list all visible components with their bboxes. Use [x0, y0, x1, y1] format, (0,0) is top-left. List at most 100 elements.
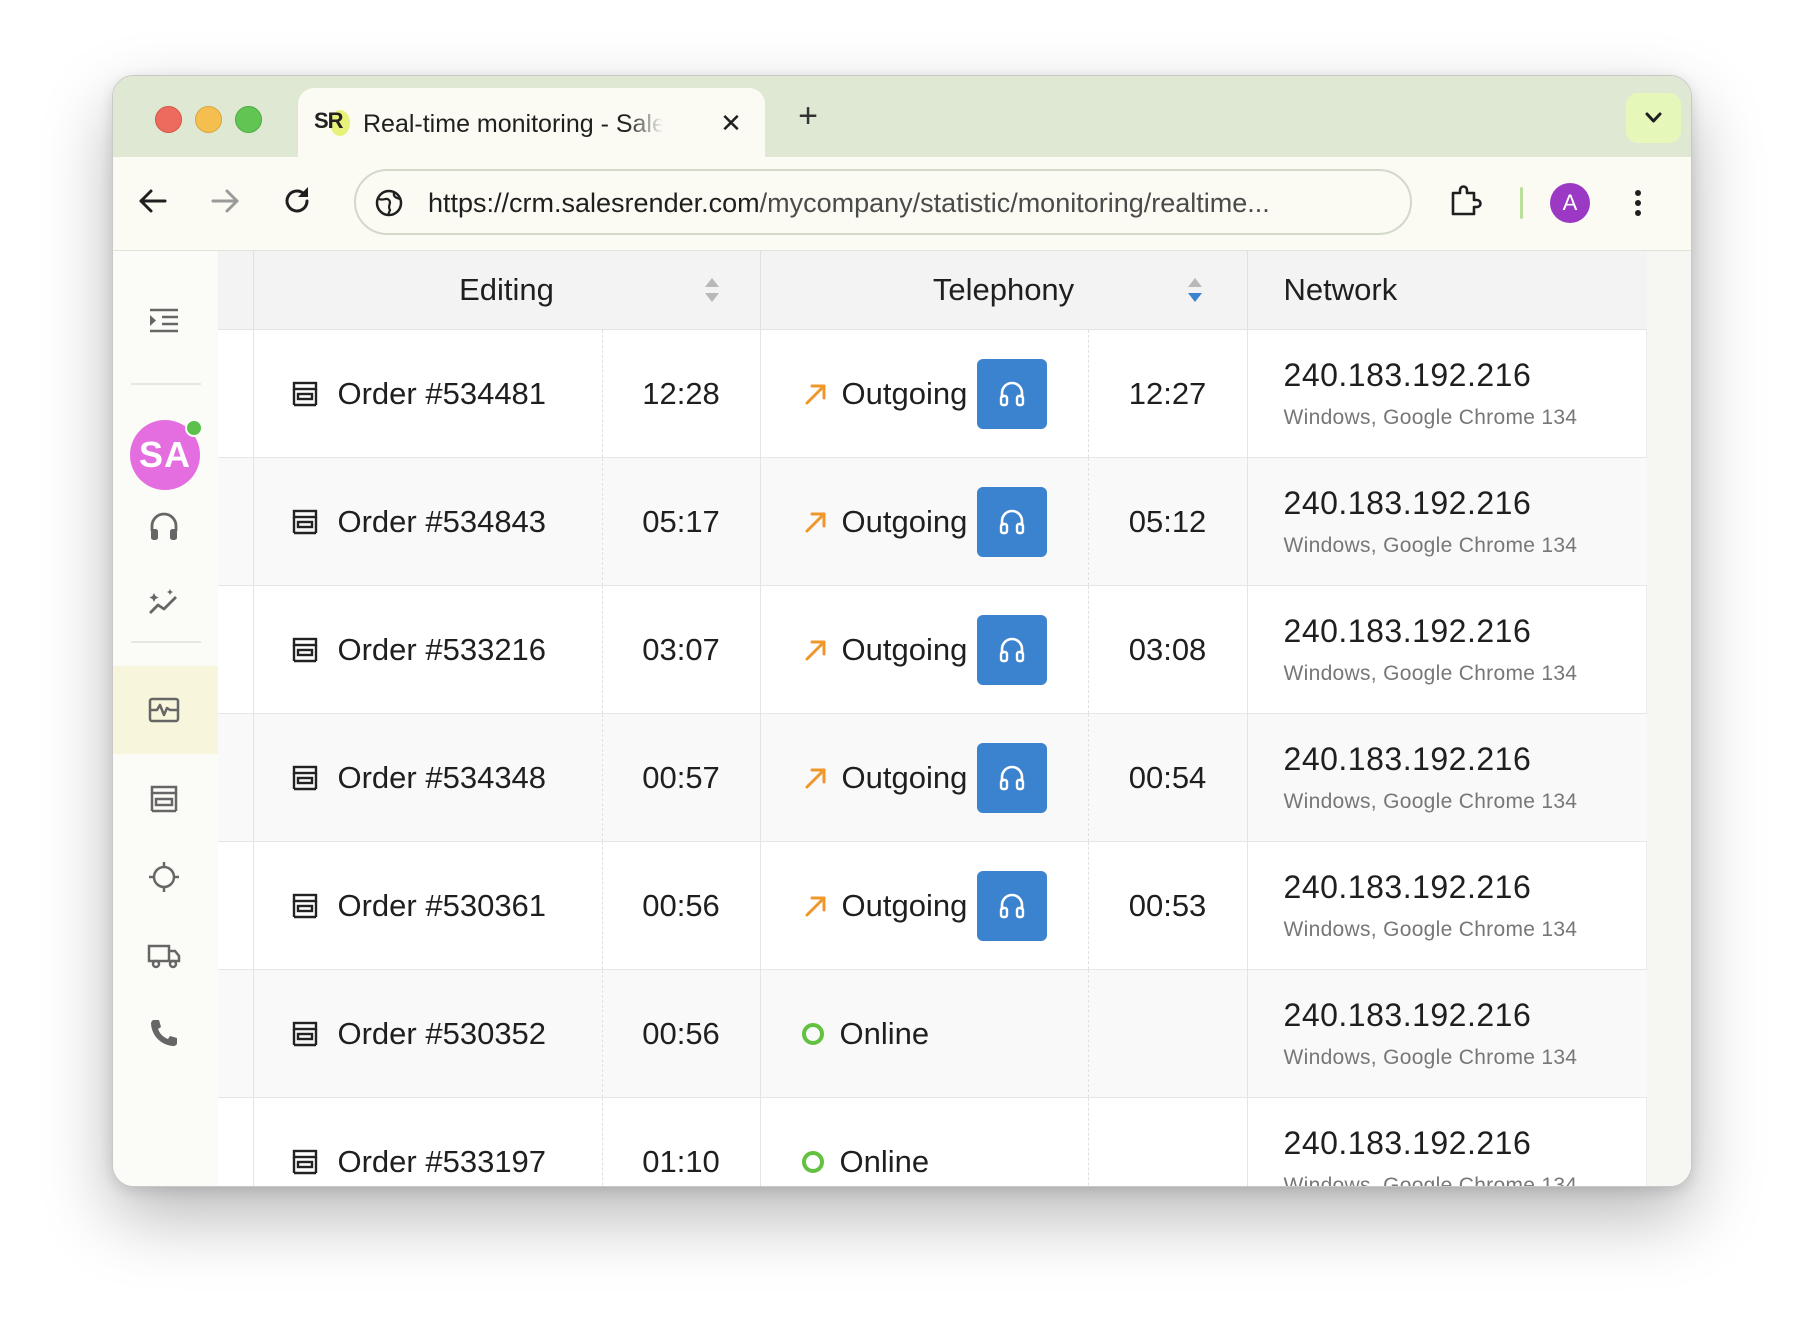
telephony-status-cell: Online — [759, 969, 1089, 1098]
outgoing-arrow-icon — [805, 384, 826, 404]
sidebar-item-calls[interactable] — [113, 993, 218, 1073]
network-cell: 240.183.192.216 Windows, Google Chrome 1… — [1246, 713, 1648, 842]
edit-time-cell: 01:10 — [601, 1097, 761, 1186]
profile-avatar[interactable]: A — [1550, 183, 1590, 223]
favicon-icon: SR — [314, 108, 350, 138]
forward-button[interactable] — [203, 179, 247, 223]
table-row: Order #533216 03:07 Outgoing 03:08 240.1… — [218, 585, 1648, 714]
edit-time: 03:07 — [642, 631, 720, 667]
telephony-status-cell: Outgoing — [759, 713, 1089, 842]
edit-time: 05:17 — [642, 503, 720, 539]
network-cell: 240.183.192.216 Windows, Google Chrome 1… — [1246, 841, 1648, 970]
call-time-cell: 00:54 — [1087, 713, 1248, 842]
store-icon — [292, 1149, 317, 1174]
arrow-right-icon — [211, 189, 239, 213]
back-button[interactable] — [131, 179, 175, 223]
table-row: Order #530352 00:56 Online 240.183.192.2… — [218, 969, 1648, 1098]
order-link[interactable]: Order #534843 — [338, 504, 547, 540]
call-time-cell: 00:53 — [1087, 841, 1248, 970]
monitoring-table-container[interactable]: Editing Telephony Network Order #534481 … — [218, 251, 1691, 1186]
sidebar-toggle[interactable] — [113, 281, 218, 361]
sort-desc-icon[interactable] — [1185, 275, 1205, 305]
order-link[interactable]: Order #530361 — [338, 888, 547, 924]
headset-icon — [150, 512, 178, 540]
sidebar: SA — [113, 251, 218, 1186]
new-tab-button[interactable]: + — [788, 96, 828, 136]
row-spacer — [218, 329, 253, 458]
order-link[interactable]: Order #534348 — [338, 760, 547, 796]
call-time: 00:54 — [1128, 759, 1207, 795]
tab-close-icon[interactable]: ✕ — [716, 108, 746, 138]
order-cell: Order #533216 — [252, 585, 602, 714]
extensions-button[interactable] — [1443, 179, 1487, 223]
order-link[interactable]: Order #534481 — [338, 376, 547, 412]
online-status-icon — [801, 1022, 824, 1045]
store-icon — [292, 1021, 317, 1046]
row-spacer — [218, 841, 253, 970]
tab-strip: SR Real-time monitoring - SalesRender ✕ … — [113, 76, 1691, 157]
browser-window: SR Real-time monitoring - SalesRender ✕ … — [112, 75, 1692, 1187]
toolbar-divider — [1520, 187, 1523, 219]
row-spacer — [218, 1097, 253, 1186]
row-spacer — [218, 713, 253, 842]
minimize-window-button[interactable] — [195, 106, 222, 133]
table-row: Order #530361 00:56 Outgoing 00:53 240.1… — [218, 841, 1648, 970]
sidebar-item-telephony[interactable] — [113, 487, 218, 567]
browser-toolbar: https://crm.salesrender.com/mycompany/st… — [113, 157, 1691, 251]
header-telephony-label: Telephony — [932, 272, 1075, 307]
browser-menu-button[interactable] — [1618, 181, 1658, 225]
listen-call-button[interactable] — [977, 358, 1048, 429]
browser-tab[interactable]: SR Real-time monitoring - SalesRender ✕ — [298, 88, 765, 157]
phone-icon — [151, 1020, 177, 1046]
telephony-status-cell: Outgoing — [759, 841, 1089, 970]
listen-call-button[interactable] — [977, 870, 1048, 941]
outgoing-arrow-icon — [805, 640, 826, 660]
sidebar-divider — [131, 641, 201, 643]
listen-call-button[interactable] — [977, 742, 1048, 813]
store-icon — [292, 509, 317, 534]
sidebar-item-monitoring[interactable] — [113, 666, 218, 754]
client-info: Windows, Google Chrome 134 — [1283, 790, 1578, 813]
order-link[interactable]: Order #530352 — [338, 1016, 547, 1052]
order-link[interactable]: Order #533216 — [338, 632, 547, 668]
table-row: Order #534843 05:17 Outgoing 05:12 240.1… — [218, 457, 1648, 586]
arrow-left-icon — [139, 189, 167, 213]
url-text: https://crm.salesrender.com/mycompany/st… — [428, 188, 1270, 219]
listen-call-button[interactable] — [977, 486, 1048, 557]
header-editing[interactable]: Editing — [252, 251, 761, 330]
reload-button[interactable] — [275, 179, 319, 223]
ip-address: 240.183.192.216 — [1283, 997, 1532, 1033]
header-telephony[interactable]: Telephony — [759, 251, 1248, 330]
listen-call-button[interactable] — [977, 614, 1048, 685]
telephony-status-cell: Outgoing — [759, 457, 1089, 586]
close-window-button[interactable] — [155, 106, 182, 133]
sidebar-divider — [131, 383, 201, 385]
sidebar-item-orders[interactable] — [113, 759, 218, 839]
header-network[interactable]: Network — [1246, 251, 1648, 330]
row-spacer — [218, 969, 253, 1098]
network-cell: 240.183.192.216 Windows, Google Chrome 1… — [1246, 585, 1648, 714]
sidebar-item-analytics[interactable] — [113, 563, 218, 643]
order-cell: Order #533197 — [252, 1097, 602, 1186]
edit-time-cell: 03:07 — [601, 585, 761, 714]
site-info-icon[interactable] — [374, 188, 404, 218]
ip-address: 240.183.192.216 — [1283, 869, 1532, 905]
monitoring-table: Editing Telephony Network Order #534481 … — [218, 251, 1648, 1186]
ip-address: 240.183.192.216 — [1283, 1125, 1532, 1161]
url-path: /mycompany/statistic/monitoring/realtime… — [759, 188, 1270, 218]
ip-address: 240.183.192.216 — [1283, 485, 1532, 521]
sidebar-item-targeting[interactable] — [113, 837, 218, 917]
sort-icon[interactable] — [702, 275, 722, 305]
order-link[interactable]: Order #533197 — [338, 1144, 547, 1180]
ip-address: 240.183.192.216 — [1283, 357, 1532, 393]
sidebar-item-delivery[interactable] — [113, 915, 218, 995]
call-time-cell — [1087, 1097, 1248, 1186]
network-cell: 240.183.192.216 Windows, Google Chrome 1… — [1246, 329, 1648, 458]
maximize-window-button[interactable] — [235, 106, 262, 133]
telephony-status-cell: Outgoing — [759, 329, 1089, 458]
address-bar[interactable]: https://crm.salesrender.com/mycompany/st… — [354, 169, 1412, 235]
call-time-cell: 03:08 — [1087, 585, 1248, 714]
edit-time: 00:57 — [642, 759, 720, 795]
outgoing-arrow-icon — [805, 512, 826, 532]
tab-search-button[interactable] — [1626, 93, 1681, 143]
